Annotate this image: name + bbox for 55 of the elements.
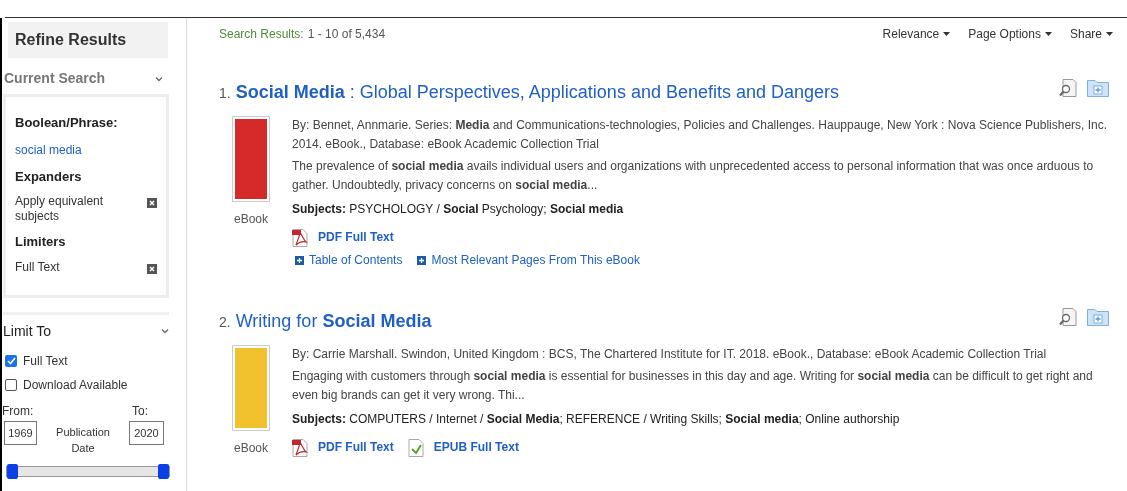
applied-filter: Apply equivalent subjects <box>15 194 105 224</box>
pdf-file-icon <box>292 438 308 457</box>
results-label: Search Results: <box>219 26 304 43</box>
epub-file-icon <box>407 438 424 457</box>
group-heading: Limiters <box>15 233 67 251</box>
format-label: eBook <box>234 440 268 457</box>
remove-icon[interactable] <box>147 263 157 274</box>
full-text-link[interactable]: EPUB Full Text <box>433 438 519 457</box>
abstract-text: The prevalence of social media avails individual users and organizations with unprecedented access to personal information that was once arduous to gather. Undoubtedly, privacy concerns on social media... <box>292 158 1095 194</box>
group-heading: Expanders <box>15 167 83 186</box>
subjects-text: Subjects: COMPUTERS / Internet / Social Media; REFERENCE / Writing Skills; Social media; Online authorship <box>292 411 901 428</box>
result-title-link[interactable]: Social Media : Global Perspectives, Applications and Benefits and Dangers <box>235 79 840 106</box>
dropdown-menu-button[interactable]: Share <box>1069 25 1113 43</box>
remove-icon[interactable] <box>147 198 157 208</box>
from-year-field[interactable]: 1969 <box>4 420 37 445</box>
expand-link[interactable]: Most Relevant Pages From This eBook <box>431 251 640 270</box>
result-title-link[interactable]: Writing for Social Media <box>235 308 432 335</box>
date-range-label: Publication Date <box>55 424 111 456</box>
dropdown-menu-button[interactable]: Relevance <box>882 25 951 43</box>
preview-magnifier-icon[interactable] <box>1059 79 1077 97</box>
result-number: 2. <box>219 313 231 332</box>
full-text-link[interactable]: PDF Full Text <box>318 228 394 247</box>
expand-link[interactable]: Table of Contents <box>309 251 403 270</box>
from-label: From: <box>2 402 34 420</box>
format-label: eBook <box>234 211 268 228</box>
dropdown-menu-button[interactable]: Page Options <box>968 25 1052 43</box>
sidebar-title: Refine Results <box>8 22 168 58</box>
result-number: 1. <box>219 84 231 103</box>
checkbox-label: Full Text <box>23 352 68 370</box>
preview-magnifier-icon[interactable] <box>1059 308 1077 326</box>
checkbox[interactable] <box>5 378 17 391</box>
expand-plus-icon[interactable] <box>417 256 427 265</box>
group-heading: Boolean/Phrase: <box>15 114 119 132</box>
results-count: 1 - 10 of 5,434 <box>307 26 386 43</box>
section-heading[interactable]: Limit To <box>3 320 51 342</box>
checkbox-label: Download Available <box>23 376 128 394</box>
section-chevron-icon[interactable] <box>155 75 163 82</box>
pdf-file-icon <box>292 228 308 247</box>
subjects-text: Subjects: PSYCHOLOGY / Social Psychology; Social media <box>292 201 625 218</box>
to-year-field[interactable]: 2020 <box>129 420 164 445</box>
checkbox[interactable] <box>5 354 17 367</box>
applied-filter: Full Text <box>15 259 61 275</box>
expand-plus-icon[interactable] <box>295 256 304 265</box>
to-label: To: <box>132 402 148 420</box>
abstract-text: Engaging with customers through social media is essential for businesses in this day and age. Writing for social media can be difficult to get right and even big brands can get it very wrong. Thi... <box>292 368 1094 404</box>
caret-icon <box>943 32 951 36</box>
caret-icon <box>1044 32 1052 36</box>
caret-icon <box>1106 32 1113 36</box>
search-term-link[interactable]: social media <box>15 140 157 159</box>
section-heading[interactable]: Current Search <box>4 68 106 89</box>
slider-handle[interactable] <box>158 463 169 479</box>
full-text-link[interactable]: PDF Full Text <box>318 438 394 457</box>
citation-text: By: Carrie Marshall. Swindon, United Kingdom : BCS, The Chartered Institute for IT. 2018. eBook., Database: eBook Academic Collection Trial <box>292 346 1048 363</box>
limit-chevron-icon[interactable] <box>161 328 169 334</box>
slider-handle[interactable] <box>7 463 18 479</box>
